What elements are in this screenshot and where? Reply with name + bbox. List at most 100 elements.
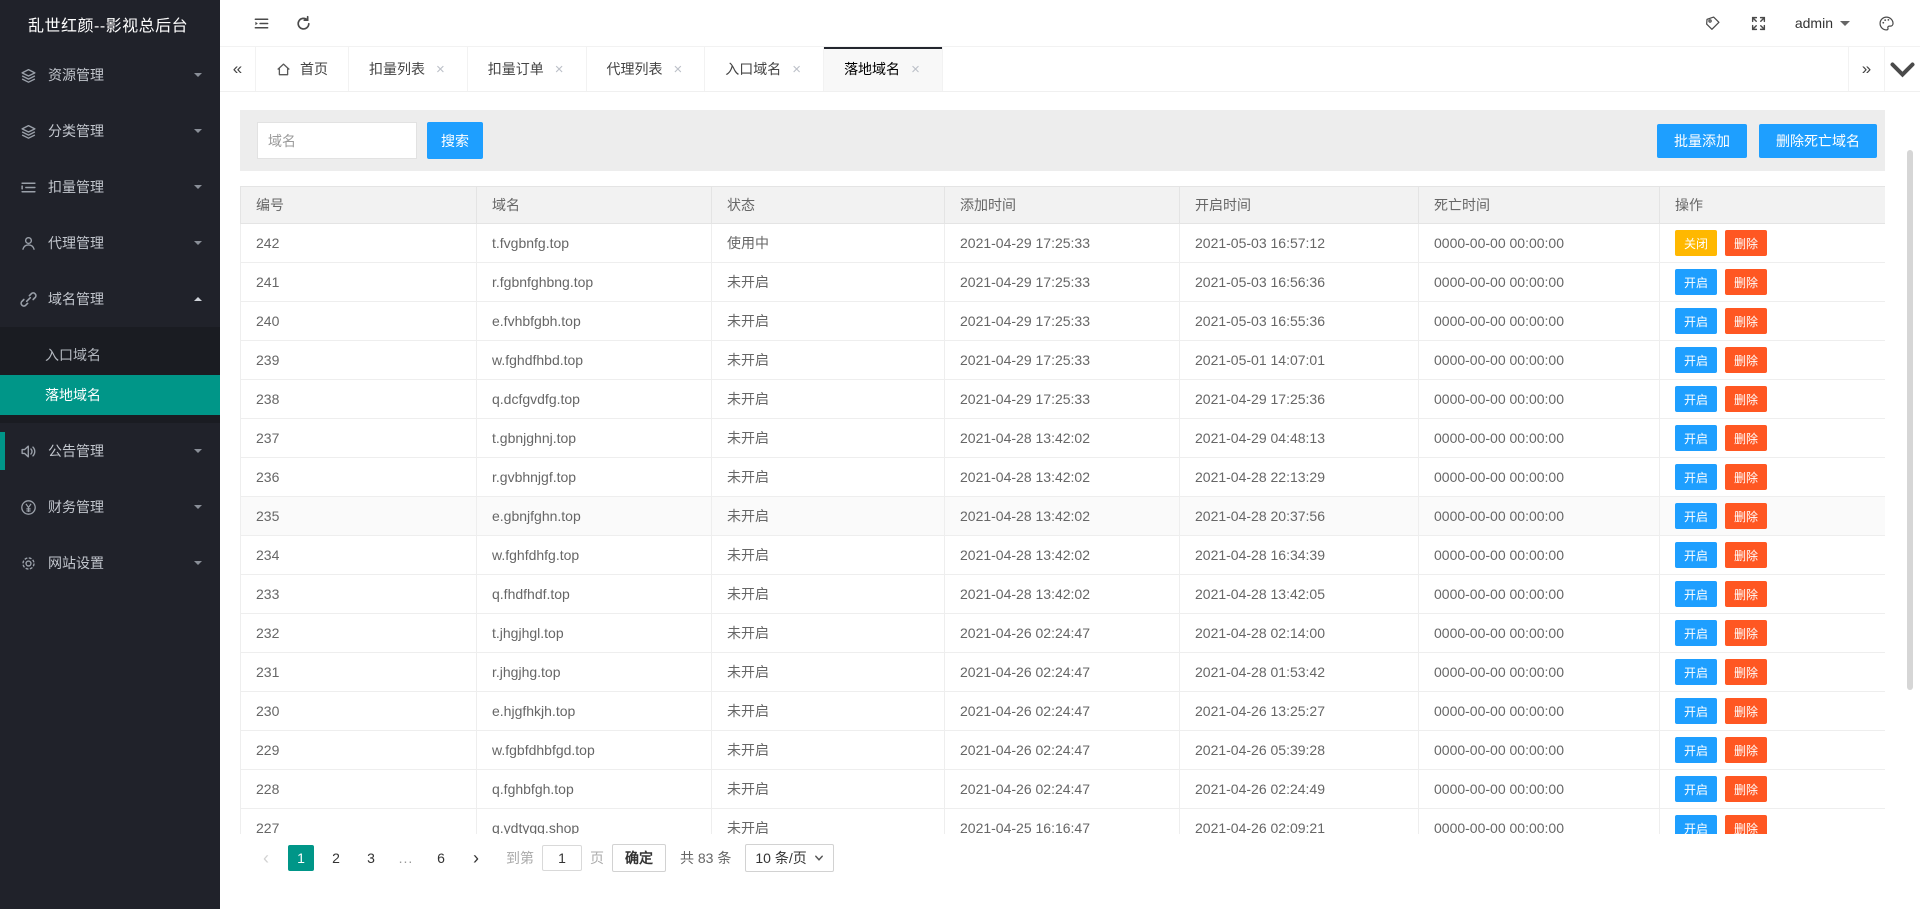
cell-id: 237 — [240, 418, 477, 458]
close-icon[interactable]: × — [434, 60, 447, 79]
sidebar-item-agent[interactable]: 代理管理 — [0, 215, 220, 271]
page-number-button[interactable]: 3 — [358, 845, 384, 871]
open-domain-button[interactable]: 开启 — [1675, 776, 1718, 802]
open-domain-button[interactable]: 开启 — [1675, 503, 1718, 529]
table-row: 240 e.fvhbfgbh.top 未开启 2021-04-29 17:25:33 2… — [240, 301, 1885, 341]
caret-down-icon — [194, 505, 202, 513]
open-domain-button[interactable]: 开启 — [1675, 347, 1718, 373]
tab-landing-domain[interactable]: 落地域名 × — [824, 47, 943, 91]
open-domain-button[interactable]: 开启 — [1675, 308, 1718, 334]
close-icon[interactable]: × — [790, 60, 803, 79]
tab-deduct-list[interactable]: 扣量列表 × — [349, 47, 468, 91]
delete-button[interactable]: 删除 — [1725, 581, 1768, 607]
domain-search-input[interactable] — [257, 122, 417, 159]
delete-button[interactable]: 删除 — [1725, 503, 1768, 529]
delete-button[interactable]: 删除 — [1725, 464, 1768, 490]
cell-status: 未开启 — [711, 730, 945, 770]
confirm-page-button[interactable]: 确定 — [612, 844, 666, 872]
cell-actions: 开启 删除 — [1659, 730, 1885, 770]
delete-button[interactable]: 删除 — [1725, 542, 1768, 568]
page-number-button[interactable]: 2 — [323, 845, 349, 871]
open-domain-button[interactable]: 开启 — [1675, 269, 1718, 295]
tabs-dropdown-button[interactable] — [1884, 47, 1920, 91]
tabs-scroll-right-button[interactable]: » — [1848, 47, 1884, 91]
collapse-sidebar-icon[interactable] — [240, 0, 282, 47]
sidebar-item-category[interactable]: 分类管理 — [0, 103, 220, 159]
delete-button[interactable]: 删除 — [1725, 308, 1768, 334]
sidebar-subitem-landing-domain[interactable]: 落地域名 — [0, 375, 220, 415]
close-icon[interactable]: × — [909, 60, 922, 79]
sidebar-subitem-label: 落地域名 — [45, 387, 101, 403]
open-domain-button[interactable]: 开启 — [1675, 815, 1718, 834]
sidebar-item-label: 域名管理 — [48, 291, 104, 307]
open-domain-button[interactable]: 开启 — [1675, 698, 1718, 724]
cell-domain: q.dcfgvdfg.top — [476, 379, 712, 419]
page-scrollbar-thumb[interactable] — [1907, 150, 1913, 690]
sidebar-item-finance[interactable]: 财务管理 — [0, 479, 220, 535]
page-number-button[interactable]: 1 — [288, 845, 314, 871]
cell-id: 233 — [240, 574, 477, 614]
cell-domain: w.fghfdhfg.top — [476, 535, 712, 575]
sidebar-item-notice[interactable]: 公告管理 — [0, 423, 220, 479]
open-domain-button[interactable]: 开启 — [1675, 464, 1718, 490]
delete-button[interactable]: 删除 — [1725, 737, 1768, 763]
prev-page-button[interactable]: ‹ — [253, 845, 279, 871]
cell-added: 2021-04-28 13:42:02 — [944, 496, 1180, 536]
delete-button[interactable]: 删除 — [1725, 815, 1768, 834]
tag-icon[interactable] — [1703, 13, 1723, 33]
delete-button[interactable]: 删除 — [1725, 269, 1768, 295]
user-menu[interactable]: admin — [1795, 15, 1850, 31]
open-domain-button[interactable]: 开启 — [1675, 425, 1718, 451]
batch-add-button[interactable]: 批量添加 — [1657, 123, 1747, 158]
theme-palette-icon[interactable] — [1876, 13, 1896, 33]
tab-deduct-order[interactable]: 扣量订单 × — [468, 47, 587, 91]
tabs-scroll-left-button[interactable]: « — [220, 47, 256, 91]
delete-button[interactable]: 删除 — [1725, 386, 1768, 412]
tab-home[interactable]: 首页 — [256, 47, 349, 91]
delete-dead-domains-button[interactable]: 删除死亡域名 — [1759, 123, 1877, 158]
caret-down-icon — [1840, 20, 1850, 31]
next-page-button[interactable]: › — [463, 845, 489, 871]
sidebar-item-deduct[interactable]: 扣量管理 — [0, 159, 220, 215]
sidebar-scrollbar-thumb[interactable] — [0, 432, 5, 470]
sidebar-item-resource[interactable]: 资源管理 — [0, 47, 220, 103]
goto-page-input[interactable] — [542, 845, 582, 871]
delete-button[interactable]: 删除 — [1725, 425, 1768, 451]
delete-button[interactable]: 删除 — [1725, 698, 1768, 724]
open-domain-button[interactable]: 开启 — [1675, 386, 1718, 412]
open-domain-button[interactable]: 开启 — [1675, 620, 1718, 646]
cell-died: 0000-00-00 00:00:00 — [1418, 223, 1660, 263]
delete-button[interactable]: 删除 — [1725, 347, 1768, 373]
page-size-select[interactable]: 10 条/页 — [745, 844, 834, 872]
sidebar-item-site[interactable]: 网站设置 — [0, 535, 220, 591]
domains-table: 编号 域名 状态 添加时间 开启时间 死亡时间 操作 242 t.fvgbnfg.top 使用中… — [240, 186, 1885, 834]
tab-agent-list[interactable]: 代理列表 × — [587, 47, 706, 91]
cell-opened: 2021-04-28 01:53:42 — [1179, 652, 1419, 692]
delete-button[interactable]: 删除 — [1725, 659, 1768, 685]
open-domain-button[interactable]: 开启 — [1675, 581, 1718, 607]
column-header: 开启时间 — [1179, 186, 1419, 224]
page-number-button[interactable]: 6 — [428, 845, 454, 871]
tabbar-spacer — [943, 47, 1848, 91]
delete-button[interactable]: 删除 — [1725, 776, 1768, 802]
close-icon[interactable]: × — [672, 60, 685, 79]
cell-status: 未开启 — [711, 613, 945, 653]
refresh-icon[interactable] — [282, 0, 324, 47]
sidebar-item-domain[interactable]: 域名管理 — [0, 271, 220, 327]
close-icon[interactable]: × — [553, 60, 566, 79]
delete-button[interactable]: 删除 — [1725, 230, 1768, 256]
cell-opened: 2021-04-26 02:09:21 — [1179, 808, 1419, 834]
cell-domain: e.gbnjfghn.top — [476, 496, 712, 536]
sidebar-subitem-entry-domain[interactable]: 入口域名 — [0, 335, 220, 375]
tab-entry-domain[interactable]: 入口域名 × — [705, 47, 825, 91]
fullscreen-icon[interactable] — [1749, 13, 1769, 33]
close-domain-button[interactable]: 关闭 — [1675, 230, 1718, 256]
delete-button[interactable]: 删除 — [1725, 620, 1768, 646]
open-domain-button[interactable]: 开启 — [1675, 542, 1718, 568]
search-button[interactable]: 搜索 — [427, 122, 483, 159]
open-domain-button[interactable]: 开启 — [1675, 659, 1718, 685]
cell-added: 2021-04-28 13:42:02 — [944, 418, 1180, 458]
cell-id: 241 — [240, 262, 477, 302]
open-domain-button[interactable]: 开启 — [1675, 737, 1718, 763]
cell-actions: 开启 删除 — [1659, 691, 1885, 731]
